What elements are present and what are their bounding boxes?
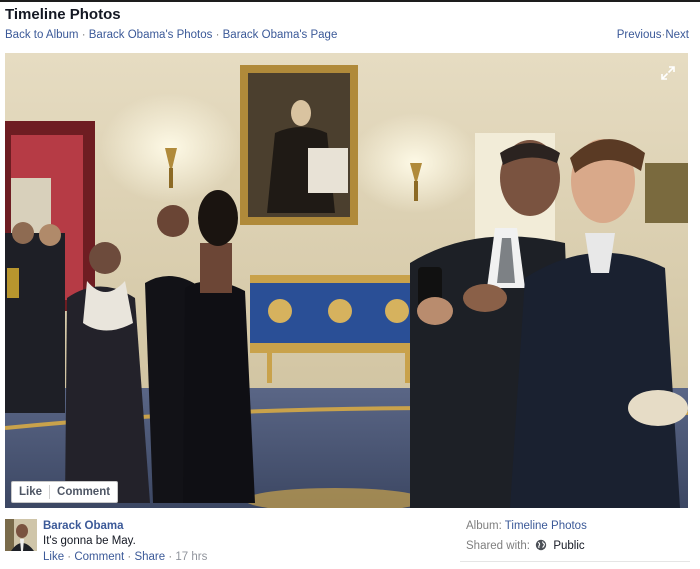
action-separator: ·: [64, 551, 75, 563]
shared-with-label: Shared with:: [466, 540, 530, 552]
photo-pager: Previous·Next: [617, 29, 689, 41]
breadcrumb-separator: ·: [212, 29, 223, 41]
photo-like-button[interactable]: Like: [12, 482, 49, 502]
album-link[interactable]: Timeline Photos: [505, 520, 587, 532]
previous-link[interactable]: Previous: [617, 29, 662, 41]
photo-like-comment-bar: Like Comment: [11, 481, 119, 503]
post-caption: It's gonna be May.: [43, 535, 136, 547]
owner-photos-link[interactable]: Barack Obama's Photos: [89, 29, 213, 41]
action-separator: ·: [124, 551, 135, 563]
post-actions: Like · Comment · Share · 17 hrs: [43, 551, 207, 563]
share-link[interactable]: Share: [134, 551, 165, 563]
breadcrumb-separator: ·: [78, 29, 89, 41]
album-info: Album: Timeline Photos: [466, 520, 587, 532]
privacy-info: Shared with: Public: [466, 539, 585, 552]
timestamp-link[interactable]: 17 hrs: [175, 551, 207, 563]
main-photo[interactable]: [5, 53, 688, 508]
next-link[interactable]: Next: [665, 29, 689, 41]
owner-page-link[interactable]: Barack Obama's Page: [223, 29, 338, 41]
globe-icon: [535, 539, 547, 551]
top-border: [0, 0, 700, 2]
post-author-link[interactable]: Barack Obama: [43, 520, 124, 532]
comment-link[interactable]: Comment: [74, 551, 124, 563]
breadcrumb: Back to Album · Barack Obama's Photos · …: [5, 29, 337, 41]
photo-image: [5, 53, 688, 508]
page-title: Timeline Photos: [5, 6, 121, 23]
action-separator: ·: [165, 551, 176, 563]
audience-selector[interactable]: Public: [553, 540, 584, 552]
album-label: Album:: [466, 520, 502, 532]
photo-comment-button[interactable]: Comment: [50, 482, 117, 502]
like-link[interactable]: Like: [43, 551, 64, 563]
avatar[interactable]: [5, 519, 37, 551]
divider: [460, 561, 690, 562]
expand-icon[interactable]: [660, 65, 676, 81]
back-to-album-link[interactable]: Back to Album: [5, 29, 79, 41]
